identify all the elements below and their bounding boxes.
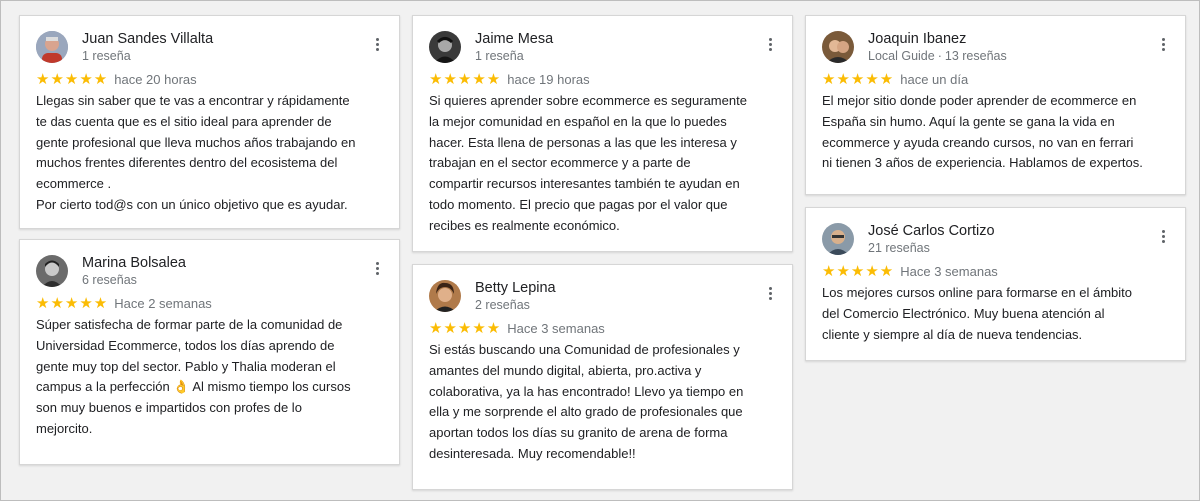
review-count: 6 reseñas xyxy=(82,273,137,287)
avatar[interactable] xyxy=(822,31,854,63)
more-options-icon[interactable] xyxy=(1155,226,1171,246)
review-count: 1 reseña xyxy=(82,49,131,63)
star-rating: ★★★★★ xyxy=(36,71,109,88)
star-rating: ★★★★★ xyxy=(822,71,895,88)
reviewer-name[interactable]: Marina Bolsalea xyxy=(82,254,369,272)
more-options-icon[interactable] xyxy=(369,258,385,278)
review-time: Hace 3 semanas xyxy=(900,264,998,279)
star-rating: ★★★★★ xyxy=(429,71,502,88)
local-guide-badge: Local Guide xyxy=(868,49,935,63)
review-card: Betty Lepina 2 reseñas ★★★★★ Hace 3 sema… xyxy=(412,264,793,490)
reviews-panel: Juan Sandes Villalta 1 reseña ★★★★★ hace… xyxy=(0,0,1200,501)
review-text: Si estás buscando una Comunidad de profe… xyxy=(429,342,744,461)
review-count: 13 reseñas xyxy=(944,49,1007,63)
review-text: Si quieres aprender sobre ecommerce es s… xyxy=(429,93,747,233)
more-options-icon[interactable] xyxy=(369,34,385,54)
avatar[interactable] xyxy=(429,31,461,63)
review-card: Jaime Mesa 1 reseña ★★★★★ hace 19 horas … xyxy=(412,15,793,252)
review-card: Juan Sandes Villalta 1 reseña ★★★★★ hace… xyxy=(19,15,400,229)
avatar[interactable] xyxy=(429,280,461,312)
reviewer-name[interactable]: Joaquin Ibanez xyxy=(868,30,1155,48)
review-card: Joaquin Ibanez Local Guide · 13 reseñas ★★… xyxy=(805,15,1186,195)
reviewer-name[interactable]: José Carlos Cortizo xyxy=(868,222,1155,240)
review-count: 2 reseñas xyxy=(475,298,530,312)
review-text: Súper satisfecha de formar parte de la c… xyxy=(36,317,351,436)
review-time: hace 20 horas xyxy=(114,72,197,87)
more-options-icon[interactable] xyxy=(762,34,778,54)
star-rating: ★★★★★ xyxy=(429,320,502,337)
review-time: Hace 3 semanas xyxy=(507,321,605,336)
review-card: José Carlos Cortizo 21 reseñas ★★★★★ Hac… xyxy=(805,207,1186,361)
more-options-icon[interactable] xyxy=(762,283,778,303)
separator-dot: · xyxy=(937,49,942,63)
review-count: 1 reseña xyxy=(475,49,524,63)
avatar[interactable] xyxy=(36,31,68,63)
more-options-icon[interactable] xyxy=(1155,34,1171,54)
reviewer-name[interactable]: Betty Lepina xyxy=(475,279,762,297)
avatar[interactable] xyxy=(822,223,854,255)
star-rating: ★★★★★ xyxy=(36,295,109,312)
review-count: 21 reseñas xyxy=(868,241,930,255)
review-time: hace un día xyxy=(900,72,969,87)
review-time: Hace 2 semanas xyxy=(114,296,212,311)
review-card: Marina Bolsalea 6 reseñas ★★★★★ Hace 2 s… xyxy=(19,239,400,465)
review-text: Los mejores cursos online para formarse … xyxy=(822,285,1132,342)
star-rating: ★★★★★ xyxy=(822,263,895,280)
avatar[interactable] xyxy=(36,255,68,287)
reviewer-name[interactable]: Juan Sandes Villalta xyxy=(82,30,369,48)
review-text: El mejor sitio donde poder aprender de e… xyxy=(822,93,1143,171)
review-time: hace 19 horas xyxy=(507,72,590,87)
reviewer-name[interactable]: Jaime Mesa xyxy=(475,30,762,48)
review-text: Llegas sin saber que te vas a encontrar … xyxy=(36,93,356,212)
